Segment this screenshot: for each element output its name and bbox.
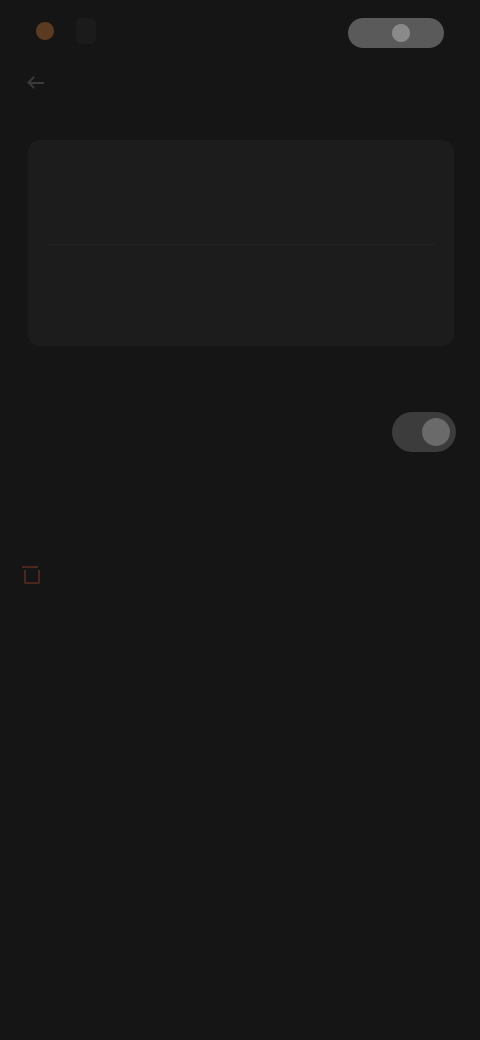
preference-section xyxy=(24,412,460,482)
trash-icon xyxy=(22,566,40,584)
avatar-icon xyxy=(392,24,410,42)
detail-row xyxy=(46,262,436,342)
logo-icon xyxy=(36,22,54,40)
detail-label xyxy=(46,158,436,176)
back-link[interactable] xyxy=(30,82,58,84)
app-logo[interactable] xyxy=(36,18,96,44)
toggle-knob xyxy=(422,418,450,446)
account-details-card xyxy=(28,140,454,346)
top-bar xyxy=(0,0,480,64)
preference-toggle[interactable] xyxy=(392,412,456,452)
delete-account-button[interactable] xyxy=(22,566,460,584)
arrow-left-icon xyxy=(30,82,44,84)
divider xyxy=(46,244,436,245)
detail-label xyxy=(46,262,436,280)
logo-badge xyxy=(76,18,96,44)
account-button[interactable] xyxy=(348,18,444,48)
detail-row xyxy=(46,158,436,238)
danger-zone xyxy=(22,548,460,584)
